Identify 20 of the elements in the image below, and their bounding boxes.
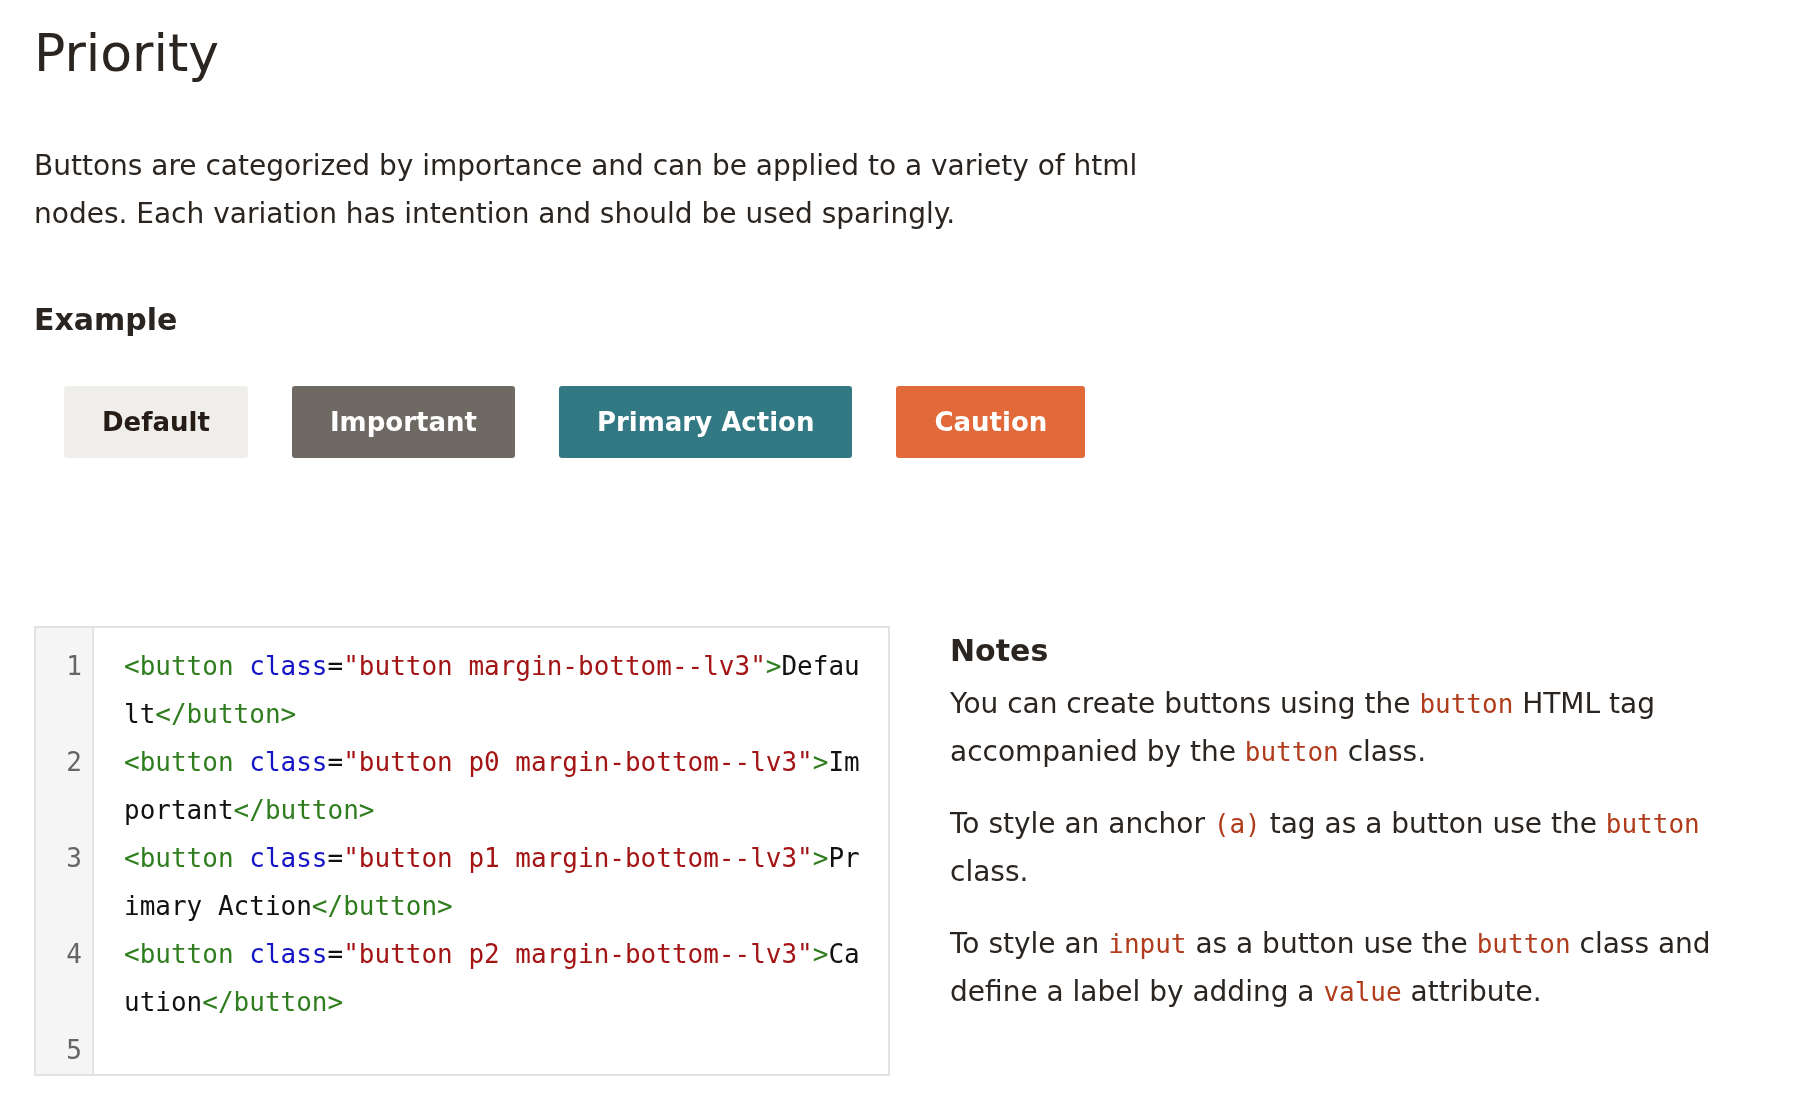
line-number: 3 <box>65 842 83 875</box>
code-line: <button class="button p0 margin-bottom--lv3">Important</button> <box>124 746 861 827</box>
line-number: 1 <box>65 650 83 683</box>
example-button[interactable]: Primary Action <box>558 386 853 458</box>
note-paragraph: To style an input as a button use the button class and define a label by adding a value attribute. <box>950 926 1712 1010</box>
notes-heading: Notes <box>950 632 1050 670</box>
example-button[interactable]: Default <box>64 386 248 458</box>
note-paragraph: To style an anchor (a) tag as a button use the button class. <box>950 806 1701 890</box>
section-heading: Example <box>34 301 179 339</box>
intro-paragraph: Buttons are categorized by importance and can be applied to a variety of html nodes. Each variation has intention and should be used sparingly. <box>34 148 1139 232</box>
note-paragraph: You can create buttons using the button HTML tag accompanied by the button class. <box>950 686 1656 770</box>
line-number: 4 <box>65 938 83 971</box>
code-line: <button class="button p1 margin-bottom--lv3">Primary Action</button> <box>124 842 861 923</box>
example-button[interactable]: Caution <box>896 386 1086 458</box>
example-button[interactable]: Important <box>291 386 515 458</box>
line-number: 5 <box>65 1034 83 1067</box>
code-line: <button class="button p2 margin-bottom--lv3">Caution</button> <box>124 938 861 1019</box>
page-title: Priority <box>34 22 221 85</box>
code-line: <button class="button margin-bottom--lv3">Default</button> <box>124 650 861 731</box>
line-number: 2 <box>65 746 83 779</box>
